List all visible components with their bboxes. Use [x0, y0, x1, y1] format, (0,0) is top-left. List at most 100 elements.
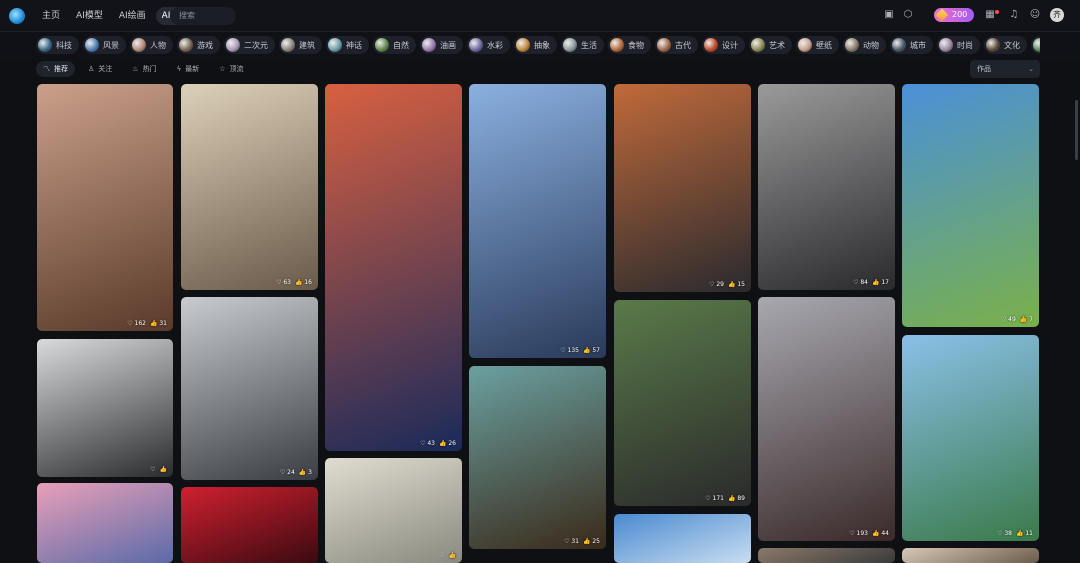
thumbs-up-icon[interactable]: 👍 17	[872, 279, 889, 286]
heart-icon[interactable]: ♡ 24	[280, 469, 295, 476]
image-card-mech-orange[interactable]: ♡ 29 👍 15	[614, 84, 751, 292]
logo-icon[interactable]	[9, 8, 25, 24]
image-card-spiderman[interactable]	[181, 487, 318, 563]
gem-balance[interactable]: 200	[934, 8, 974, 22]
image-card-woman-office[interactable]: ♡ 63 👍 16	[181, 84, 318, 290]
cube-icon[interactable]: ⬡	[902, 9, 914, 21]
filter-tab[interactable]: ϟ 最新	[170, 61, 207, 77]
category-chip[interactable]: 游戏	[177, 36, 220, 54]
category-chip[interactable]: 水彩	[467, 36, 510, 54]
category-chip[interactable]: 建筑	[279, 36, 322, 54]
thumbs-up-icon[interactable]: 👍	[160, 466, 167, 473]
image-card-moon-dreamscape[interactable]: ♡ 43 👍 26	[325, 84, 462, 451]
image-card-sunset-sea[interactable]	[37, 483, 173, 563]
sort-select[interactable]: 作品 ⌄	[970, 60, 1040, 78]
category-thumb	[226, 38, 240, 52]
category-chip[interactable]: 人物	[130, 36, 173, 54]
category-thumb	[516, 38, 530, 52]
thumbs-up-icon[interactable]: 👍 44	[872, 530, 889, 537]
category-chip[interactable]: 城市	[890, 36, 933, 54]
nav-ai-models[interactable]: AI模型	[70, 7, 109, 25]
card-stats: ♡ 162 👍 31	[127, 320, 167, 327]
image-card-woman-sofa[interactable]: ♡ 162 👍 31	[37, 84, 173, 331]
heart-icon[interactable]: ♡ 135	[560, 347, 579, 354]
heart-icon[interactable]: ♡ 162	[127, 320, 146, 327]
thumbs-up-icon[interactable]: 👍 89	[728, 495, 745, 502]
chevron-down-icon: ⌄	[1028, 65, 1034, 73]
category-chip[interactable]: 动物	[843, 36, 886, 54]
category-label: 水彩	[487, 40, 503, 50]
category-thumb	[85, 38, 99, 52]
scrollbar[interactable]	[1075, 100, 1078, 160]
thumbs-up-icon[interactable]: 👍 57	[583, 347, 600, 354]
category-chip[interactable]: 科技	[36, 36, 79, 54]
image-card-tree-island[interactable]: ♡ 135 👍 57	[469, 84, 606, 358]
image-card-petri-dishes[interactable]: ♡ 👍	[325, 458, 462, 563]
avatar[interactable]: 齐	[1050, 8, 1064, 22]
heart-icon[interactable]: ♡ 171	[705, 495, 724, 502]
heart-icon[interactable]: ♡ 193	[849, 530, 868, 537]
image-card-man-computer[interactable]: ♡ 24 👍 3	[181, 297, 318, 480]
category-chip[interactable]: 植物	[1031, 36, 1040, 54]
category-chip[interactable]: 古代	[655, 36, 698, 54]
category-thumb	[610, 38, 624, 52]
card-stats: ♡ 31 👍 25	[564, 538, 600, 545]
thumbs-up-icon[interactable]: 👍 15	[728, 281, 745, 288]
heart-icon[interactable]: ♡ 38	[997, 530, 1012, 537]
heart-icon[interactable]: ♡ 84	[853, 279, 868, 286]
category-chip[interactable]: 神话	[326, 36, 369, 54]
smile-icon[interactable]: ☺	[1029, 9, 1041, 21]
category-chip[interactable]: 食物	[608, 36, 651, 54]
category-chip[interactable]: 二次元	[224, 36, 275, 54]
nav-ai-painting[interactable]: AI绘画	[113, 7, 152, 25]
category-chip[interactable]: 设计	[702, 36, 745, 54]
thumbs-up-icon[interactable]: 👍	[449, 552, 456, 559]
image-card-mech-gray[interactable]: ♡ 84 👍 17	[758, 84, 895, 290]
card-stats: ♡ 63 👍 16	[276, 279, 312, 286]
heart-icon[interactable]: ♡ 29	[709, 281, 724, 288]
thumbs-up-icon[interactable]: 👍 31	[150, 320, 167, 327]
category-label: 抽象	[534, 40, 550, 50]
heart-icon[interactable]: ♡ 63	[276, 279, 291, 286]
card-stats: ♡ 84 👍 17	[853, 279, 889, 286]
image-card-river-canyon[interactable]: ♡ 38 👍 11	[902, 335, 1039, 541]
category-chip[interactable]: 生活	[561, 36, 604, 54]
category-chip[interactable]: 壁纸	[796, 36, 839, 54]
filter-tab[interactable]: ☆ 顶流	[212, 61, 250, 77]
category-chip[interactable]: 时尚	[937, 36, 980, 54]
thumbs-up-icon[interactable]: 👍 3	[299, 469, 312, 476]
category-chip[interactable]: 自然	[373, 36, 416, 54]
filter-icon: ☆	[219, 65, 226, 73]
category-chip[interactable]: 油画	[420, 36, 463, 54]
image-card-sky-clouds[interactable]	[614, 514, 751, 563]
category-chip[interactable]: 艺术	[749, 36, 792, 54]
filter-tab[interactable]: ♨ 热门	[125, 61, 163, 77]
category-chip[interactable]: 抽象	[514, 36, 557, 54]
thumbs-up-icon[interactable]: 👍 25	[583, 538, 600, 545]
category-chip[interactable]: 文化	[984, 36, 1027, 54]
heart-icon[interactable]: ♡ 31	[564, 538, 579, 545]
thumbs-up-icon[interactable]: 👍 11	[1016, 530, 1033, 537]
camera-icon[interactable]: ▣	[883, 9, 895, 21]
filter-tab[interactable]: ♙ 关注	[81, 61, 119, 77]
image-card-robot-eye[interactable]: ♡ 👍	[37, 339, 173, 477]
search-input[interactable]: 搜索	[170, 7, 236, 25]
thumbs-up-icon[interactable]: 👍 26	[439, 440, 456, 447]
heart-icon[interactable]: ♡	[150, 466, 155, 473]
thumbs-up-icon[interactable]: 👍 7	[1020, 316, 1033, 323]
heart-icon[interactable]: ♡ 43	[420, 440, 435, 447]
image-card-supergirl[interactable]: ♡ 193 👍 44	[758, 297, 895, 541]
heart-icon[interactable]: ♡ 49	[1001, 316, 1016, 323]
thumbs-up-icon[interactable]: 👍 16	[295, 279, 312, 286]
sort-select-value: 作品	[977, 65, 991, 73]
image-card-meadow-clouds[interactable]: ♡ 49 👍 7	[902, 84, 1039, 327]
image-card-man-hat[interactable]: ♡ 171 👍 89	[614, 300, 751, 506]
image-card-robot-cat[interactable]: ♡ 31 👍 25	[469, 366, 606, 549]
bell-icon[interactable]: ♫	[1008, 9, 1020, 21]
category-chip[interactable]: 风景	[83, 36, 126, 54]
gem-count: 200	[952, 10, 968, 19]
filter-tab[interactable]: 〽推荐	[36, 61, 75, 77]
heart-icon[interactable]: ♡	[439, 552, 444, 559]
category-label: 壁纸	[816, 40, 832, 50]
nav-home[interactable]: 主页	[36, 7, 66, 25]
